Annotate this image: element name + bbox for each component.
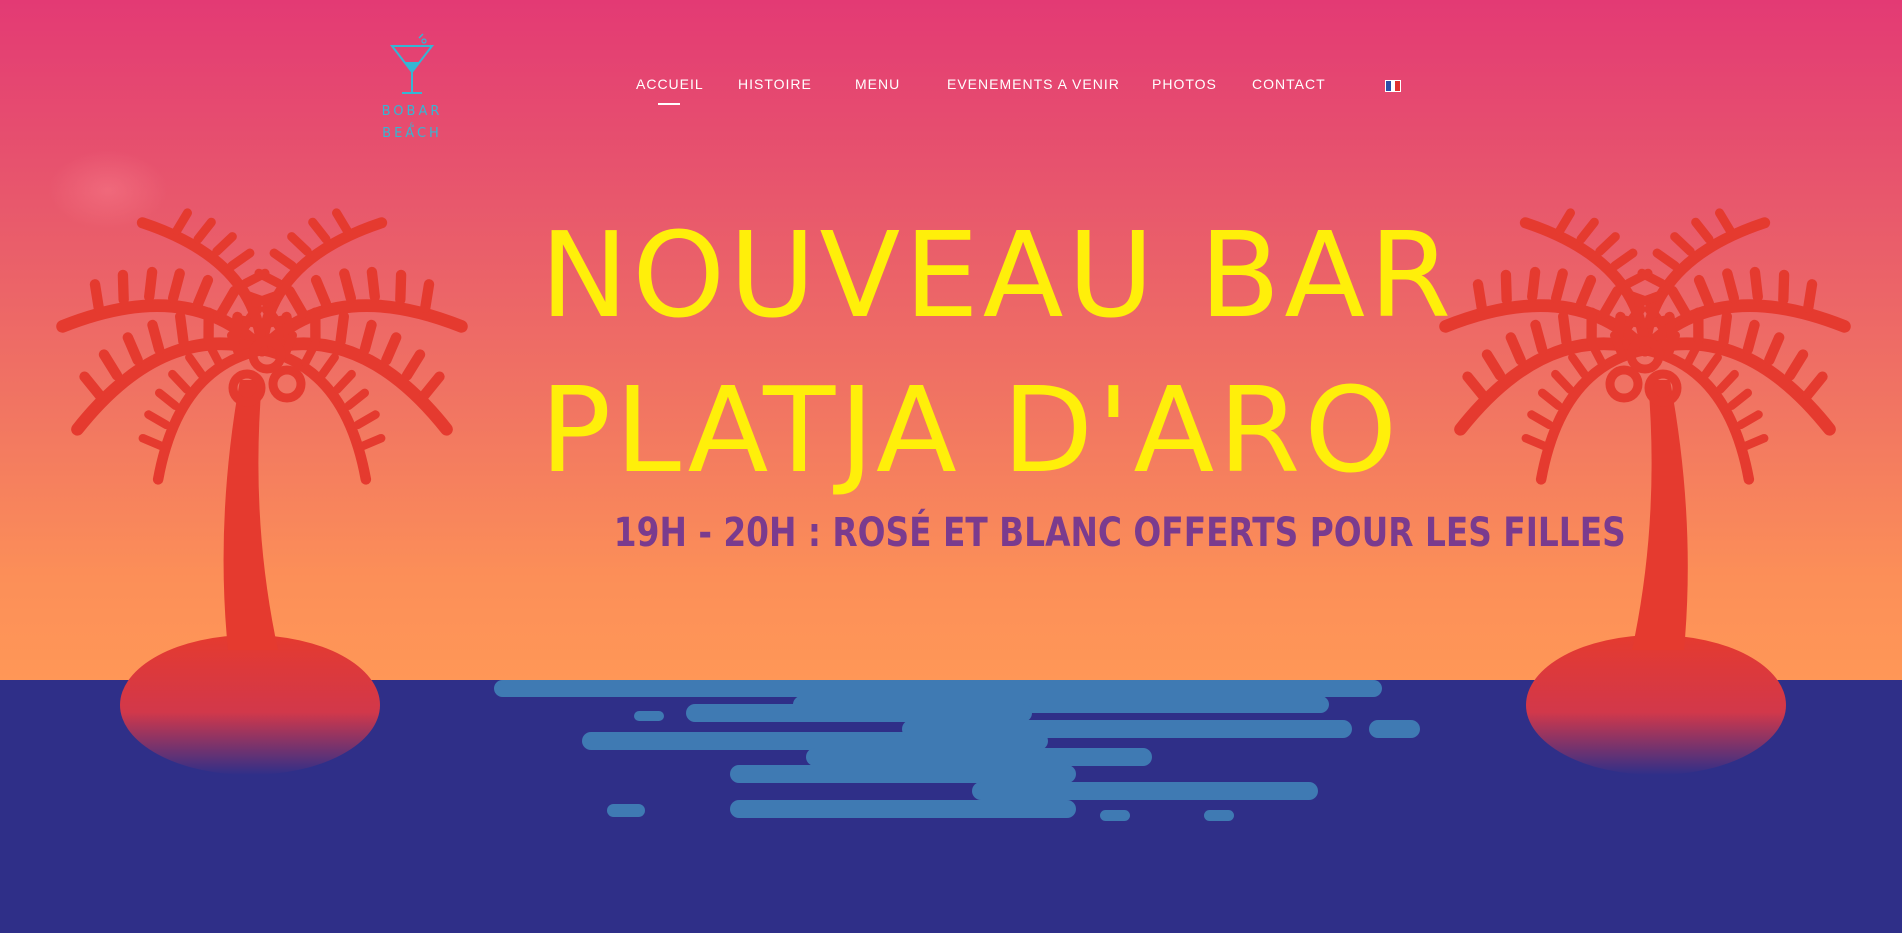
logo-line-2: BEACH [382, 126, 442, 141]
hero-subtitle: 19H - 20H : ROSÉ ET BLANC OFFERTS POUR L… [613, 510, 1626, 556]
hero-title-line-1: NOUVEAU BAR [540, 206, 1456, 344]
nav-item-label: PHOTOS [1152, 76, 1217, 92]
nav-item-evenements[interactable]: EVENEMENTS A VENIR [947, 76, 1120, 106]
nav-item-photos[interactable]: PHOTOS [1152, 76, 1217, 106]
hero-title-line-2: PLATJA D'ARO [540, 361, 1402, 499]
main-nav: ACCUEIL HISTOIRE MENU EVENEMENTS A VENIR… [0, 76, 1902, 106]
french-flag-icon[interactable] [1385, 80, 1401, 92]
nav-item-label: MENU [855, 76, 901, 92]
water-reflection [494, 680, 1420, 821]
nav-item-histoire[interactable]: HISTOIRE [738, 76, 812, 106]
hero-section: BOBAR & BEACH ACCUEIL HISTOIRE MENU EVEN… [0, 0, 1902, 933]
nav-item-label: CONTACT [1252, 76, 1326, 92]
logo-line-1: BOBAR [381, 104, 443, 119]
active-indicator [658, 103, 680, 105]
nav-item-menu[interactable]: MENU [855, 76, 900, 106]
nav-item-label: ACCUEIL [636, 76, 704, 92]
nav-item-accueil[interactable]: ACCUEIL [636, 76, 704, 106]
nav-item-label: HISTOIRE [738, 76, 812, 92]
right-palm-tree [1444, 182, 1845, 775]
nav-item-label: EVENEMENTS A VENIR [947, 76, 1120, 92]
left-palm-tree [61, 182, 462, 775]
nav-item-contact[interactable]: CONTACT [1252, 76, 1326, 106]
